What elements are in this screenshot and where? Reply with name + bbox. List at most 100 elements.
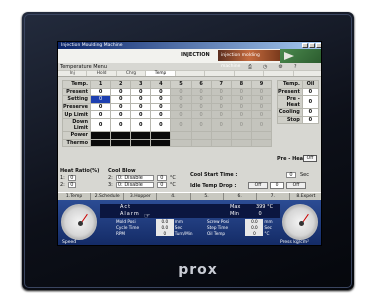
idle-drop-field[interactable]: 0: [270, 182, 284, 189]
tab-item[interactable]: 2.Schedule: [91, 193, 125, 200]
row-label: Up Limit: [61, 110, 92, 119]
zone-value-cell: 0: [190, 87, 212, 97]
oil-row-label: Present: [277, 87, 303, 97]
zone-value-cell[interactable]: 0: [150, 95, 172, 104]
close-button[interactable]: [316, 43, 321, 48]
cool-blow-field[interactable]: 0: [156, 182, 167, 188]
zone-value-cell: [170, 138, 192, 148]
tab-item[interactable]: 6.: [224, 193, 257, 200]
tab-item[interactable]: 3.Hopper: [124, 193, 158, 200]
zone-value-cell[interactable]: 0: [90, 87, 112, 97]
tab-item[interactable]: 8.Expert: [290, 193, 321, 200]
cool-blow-select[interactable]: 0: Disable: [115, 175, 154, 181]
table-row: Setting 0 0 0 0 0 0 0 0 0: [61, 95, 273, 104]
tab-bar: 1.Temp 2.Schedule 3.Hopper 4. 5. 6. 7. 8.Expert: [58, 192, 321, 200]
tab-item[interactable]: 4.: [157, 193, 191, 200]
oil-value-cell[interactable]: 0: [301, 87, 320, 97]
zone-value-cell: 0: [210, 102, 232, 112]
toolbar-item[interactable]: Hold: [87, 71, 117, 76]
max-readout: Max 399 °C: [230, 204, 273, 210]
toolbar-item[interactable]: Chrg: [117, 71, 147, 76]
zone-value-cell: 0: [230, 95, 252, 104]
toolbar-item[interactable]: [235, 71, 265, 76]
tab-item[interactable]: 1.Temp: [58, 193, 92, 200]
cool-blow-field[interactable]: 0: [156, 175, 167, 181]
zone-value-cell: 0: [230, 117, 252, 132]
zone-value-cell[interactable]: 0: [130, 87, 152, 97]
zone-value-cell[interactable]: 0: [150, 117, 172, 132]
process-readouts: Mold Posi 0.0 mm Screw Posi 0.0 mm Cycle Time 0…: [115, 219, 280, 237]
minimize-button[interactable]: [302, 43, 308, 48]
zone-value-cell[interactable]: 0: [110, 87, 132, 97]
readout-unit: °C: [264, 230, 270, 236]
zone-value-cell[interactable]: 0: [110, 95, 132, 104]
zone-column-header: 6: [190, 80, 212, 89]
zone-value-cell[interactable]: 0: [130, 102, 152, 112]
oil-value-cell[interactable]: 0: [301, 95, 320, 110]
hmi-screen: Injection Moulding Machine INJECTION inj…: [57, 41, 322, 246]
zone-value-cell: 0: [190, 117, 212, 132]
toolbar-item[interactable]: [294, 71, 322, 76]
zone-value-cell[interactable]: 0: [130, 117, 152, 132]
zone-value-cell: [250, 138, 273, 148]
idle-drop-label: Idle Temp Drop :: [190, 183, 237, 189]
tab-item[interactable]: 7.: [257, 193, 290, 200]
heat-ratio-field[interactable]: 0: [67, 175, 76, 181]
zone-value-cell[interactable]: [150, 130, 172, 140]
zone-value-cell[interactable]: [90, 130, 112, 140]
zone-value-cell: 0: [250, 87, 273, 97]
oil-value-cell[interactable]: 0: [301, 115, 320, 125]
toolbar-item[interactable]: [264, 71, 294, 76]
maximize-button[interactable]: [309, 43, 315, 48]
zone-value-cell[interactable]: [90, 138, 112, 148]
zone-value-cell: 0: [170, 87, 192, 97]
preheat-off-button[interactable]: Off: [303, 155, 317, 162]
idle-drop-off-button[interactable]: Off: [248, 182, 268, 189]
zone-value-cell[interactable]: 0: [130, 95, 152, 104]
zone-value-cell[interactable]: [130, 130, 152, 140]
toolbar-item[interactable]: [205, 71, 235, 76]
zone-value-cell[interactable]: [150, 138, 172, 148]
zone-value-cell[interactable]: 0: [110, 117, 132, 132]
zone-value-cell[interactable]: 0: [150, 102, 172, 112]
cool-blow-index: 2:: [108, 175, 113, 181]
speed-gauge: [61, 204, 97, 240]
max-label: Max: [230, 204, 241, 210]
zone-value-cell[interactable]: 0: [150, 110, 172, 119]
tab-item[interactable]: 5.: [191, 193, 224, 200]
zone-value-cell[interactable]: 0: [150, 87, 172, 97]
zone-value-cell[interactable]: 0: [90, 102, 112, 112]
heat-ratio-field[interactable]: 0: [67, 182, 76, 188]
zone-column-header: 8: [230, 80, 252, 89]
toolbar-item[interactable]: Temp: [146, 71, 176, 76]
toolbar-item[interactable]: Inj: [58, 71, 88, 76]
oil-header-cell: Temp.: [277, 80, 303, 89]
table-row: Preserve 0 0 0 0 0 0 0 0 0: [61, 102, 273, 112]
zone-value-cell[interactable]: [110, 138, 132, 148]
cool-blow-select[interactable]: 0: Disable: [115, 182, 154, 188]
table-row: Thermo: [61, 138, 273, 148]
cool-blow-index: 3:: [108, 182, 113, 188]
zone-value-cell: 0: [210, 110, 232, 119]
idle-drop-off-button-2[interactable]: Off: [286, 182, 306, 189]
heat-ratio-row: 1: 0: [60, 175, 99, 181]
zone-value-cell[interactable]: 0: [90, 110, 112, 119]
zone-value-cell[interactable]: 0: [110, 102, 132, 112]
oil-value-cell[interactable]: 0: [301, 108, 320, 117]
window-controls: [302, 43, 321, 48]
zone-value-cell: 0: [190, 102, 212, 112]
toolbar-item[interactable]: [176, 71, 206, 76]
zone-value-cell[interactable]: 0: [90, 117, 112, 132]
zone-value-cell: 0: [230, 110, 252, 119]
zone-value-cell: 0: [230, 87, 252, 97]
zone-value-cell: 0: [210, 87, 232, 97]
zone-value-cell[interactable]: [110, 130, 132, 140]
zone-value-cell[interactable]: [130, 138, 152, 148]
zone-value-cell[interactable]: 0: [90, 95, 112, 104]
zone-value-cell: [230, 130, 252, 140]
row-label: Power: [61, 130, 92, 140]
zone-value-cell[interactable]: 0: [130, 110, 152, 119]
zone-value-cell: [190, 138, 212, 148]
cool-start-field[interactable]: 0: [286, 172, 296, 178]
zone-value-cell[interactable]: 0: [110, 110, 132, 119]
